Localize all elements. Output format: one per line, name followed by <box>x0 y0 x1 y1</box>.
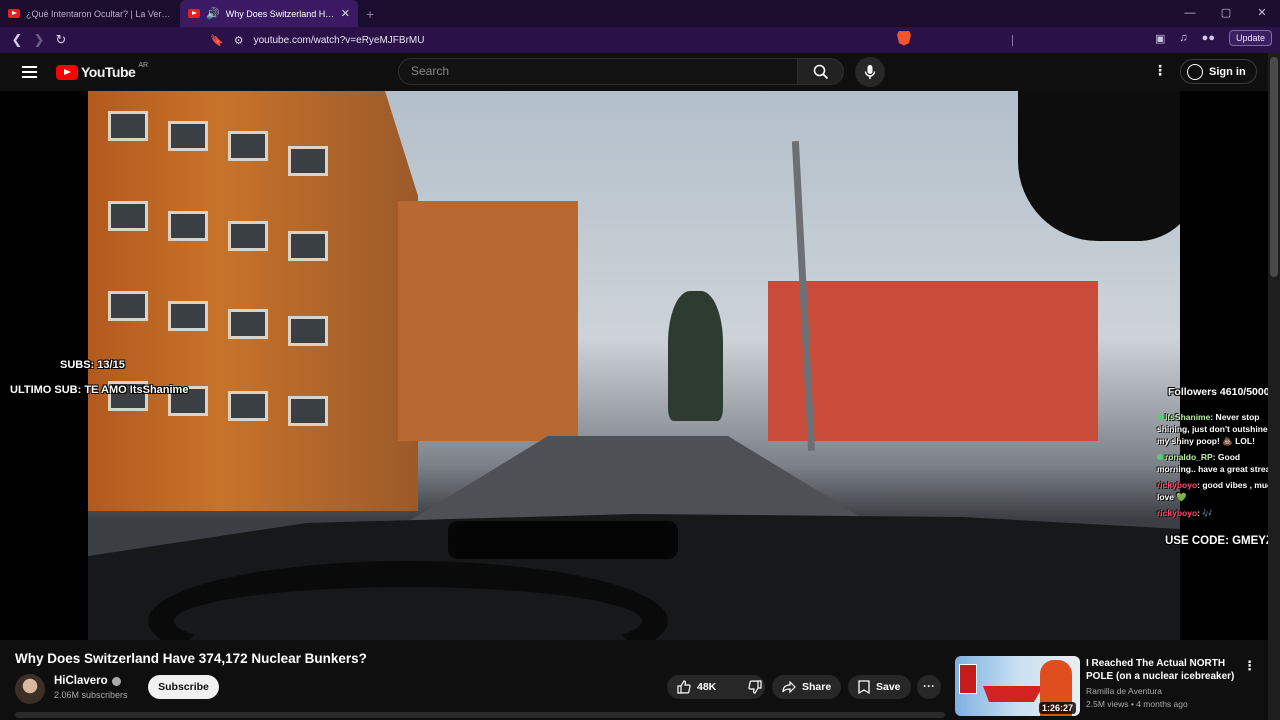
browser-toolbar: ❮ ❯ ↻ 🔖 ⚙ youtube.com/watch?v=eRyeMJFBrM… <box>0 27 1280 53</box>
chat-message: rickyboyo: 🎶 <box>1157 507 1268 519</box>
video-frame <box>88 91 1180 640</box>
update-button[interactable]: Update <box>1228 30 1272 46</box>
microphone-icon <box>864 65 876 79</box>
last-sub: ULTIMO SUB: TE AMO ItsShanime <box>10 384 189 396</box>
horizontal-scrollbar[interactable] <box>15 712 945 718</box>
chat-message: rickyboyo: good vibes , much love 💚 <box>1157 479 1268 503</box>
forward-icon[interactable]: ❯ <box>28 32 50 48</box>
save-label: Save <box>876 681 901 693</box>
dashboard-vent <box>448 521 678 559</box>
video-duration: 1:26:27 <box>1038 702 1076 714</box>
search-button[interactable] <box>797 58 844 85</box>
subscriber-count: 2.06M subscribers <box>54 690 128 700</box>
media-icon[interactable]: ▣ <box>1155 32 1165 45</box>
music-icon[interactable]: ♫ <box>1179 32 1187 44</box>
like-count: 48K <box>697 681 717 693</box>
speaker-icon: 🔊 <box>206 8 220 20</box>
building <box>88 91 418 511</box>
browser-tab-active[interactable]: 🔊 Why Does Switzerland Have ✕ <box>180 0 358 27</box>
followers-goal: Followers 4610/5000 <box>1168 386 1268 398</box>
search-input[interactable]: Search <box>398 58 798 85</box>
badge-icon <box>1157 414 1163 420</box>
flag-badge <box>959 664 977 694</box>
toolbar-right: ▣ ♫ ●● Update <box>897 30 1272 46</box>
youtube-logo[interactable]: YouTube AR <box>56 61 149 80</box>
bookmark-icon[interactable]: 🔖 <box>210 34 224 47</box>
close-tab-icon[interactable]: ✕ <box>341 7 350 20</box>
tree <box>668 291 723 421</box>
maximize-icon[interactable]: ▢ <box>1208 0 1244 27</box>
building <box>398 201 578 441</box>
video-player[interactable]: SUBS: 13/15 ULTIMO SUB: TE AMO ItsShanim… <box>0 91 1268 640</box>
more-options-icon[interactable]: ⋮ <box>1150 62 1170 79</box>
recommended-channel[interactable]: Ramilla de Aventura <box>1086 686 1162 696</box>
back-icon[interactable]: ❮ <box>6 32 28 48</box>
stream-chat: ItsShanime: Never stop shining, just don… <box>1157 411 1268 523</box>
promo-code: USE CODE: GMEYZ <box>1165 535 1268 547</box>
sign-in-label: Sign in <box>1209 65 1246 78</box>
channel-name-text[interactable]: HiClavero <box>54 675 108 687</box>
more-actions-icon[interactable]: ··· <box>917 675 941 699</box>
divider <box>1012 35 1013 46</box>
dislike-button[interactable] <box>738 675 772 699</box>
chat-message: ItsShanime: Never stop shining, just don… <box>1157 411 1268 447</box>
minimize-icon[interactable]: — <box>1172 0 1208 27</box>
more-options-icon[interactable]: ⋮ <box>1243 658 1256 674</box>
thumbs-down-icon <box>748 680 762 694</box>
sign-in-button[interactable]: Sign in <box>1180 59 1257 84</box>
badge-icon <box>1157 454 1163 460</box>
chat-user: ItsShanime <box>1165 412 1211 422</box>
chat-text: : 🎶 <box>1197 508 1213 518</box>
youtube-favicon-icon <box>8 9 20 18</box>
account-icon <box>1187 63 1203 80</box>
building <box>768 281 1098 441</box>
youtube-favicon-icon <box>188 9 200 18</box>
share-icon <box>782 681 796 693</box>
page-scrollbar[interactable] <box>1268 53 1280 720</box>
youtube-logo-icon <box>56 64 78 80</box>
new-tab-icon[interactable]: + <box>366 6 374 22</box>
youtube-header: YouTube AR Search ⋮ Sign in <box>0 53 1268 91</box>
search-icon <box>813 64 828 79</box>
scrollbar-thumb[interactable] <box>1270 57 1278 277</box>
channel-avatar[interactable] <box>15 674 45 704</box>
tab-title: Why Does Switzerland Have <box>225 8 335 19</box>
rearview-mirror <box>1018 91 1180 241</box>
voice-search-button[interactable] <box>855 57 885 87</box>
video-thumbnail[interactable]: 1:26:27 <box>955 656 1080 716</box>
like-button[interactable]: 48K <box>667 675 726 699</box>
like-dislike-group: 48K <box>667 675 765 699</box>
recommended-title[interactable]: I Reached The Actual NORTH POLE (on a nu… <box>1086 657 1246 683</box>
subs-goal: SUBS: 13/15 <box>60 359 125 371</box>
close-window-icon[interactable]: ✕ <box>1244 0 1280 27</box>
chat-user: ronaldo_RP <box>1165 452 1213 462</box>
recommended-meta: 2.5M views • 4 months ago <box>1086 699 1188 709</box>
channel-name[interactable]: HiClavero <box>54 675 121 687</box>
vpn-icon[interactable]: ●● <box>1202 32 1215 44</box>
tab-title: ¿Qué Intentaron Ocultar? | La Verdad <box>26 8 172 19</box>
save-button[interactable]: Save <box>848 675 911 699</box>
thumbs-up-icon <box>677 680 691 694</box>
share-button[interactable]: Share <box>772 675 842 699</box>
logo-text: YouTube <box>81 64 136 80</box>
verified-icon <box>111 676 121 686</box>
url-text[interactable]: youtube.com/watch?v=eRyeMJFBrMU <box>254 35 425 46</box>
menu-icon[interactable] <box>22 66 37 78</box>
reload-icon[interactable]: ↻ <box>50 32 72 48</box>
address-field[interactable]: 🔖 ⚙ youtube.com/watch?v=eRyeMJFBrMU <box>210 27 424 53</box>
chat-message: ronaldo_RP: Good morning.. have a great … <box>1157 451 1268 475</box>
chat-user: rickyboyo <box>1157 480 1198 490</box>
site-settings-icon[interactable]: ⚙ <box>234 34 244 47</box>
country-code: AR <box>138 61 149 69</box>
icebreaker-ship <box>983 686 1043 702</box>
browser-tab[interactable]: ¿Qué Intentaron Ocultar? | La Verdad <box>0 0 180 27</box>
subscribe-button[interactable]: Subscribe <box>148 675 219 699</box>
save-icon <box>858 680 870 694</box>
chat-user: rickyboyo <box>1157 508 1198 518</box>
browser-tab-bar: ¿Qué Intentaron Ocultar? | La Verdad 🔊 W… <box>0 0 1280 27</box>
share-label: Share <box>802 681 832 693</box>
video-title: Why Does Switzerland Have 374,172 Nuclea… <box>15 651 367 666</box>
window-controls: — ▢ ✕ <box>1172 0 1280 27</box>
brave-shields-icon[interactable] <box>897 30 912 46</box>
